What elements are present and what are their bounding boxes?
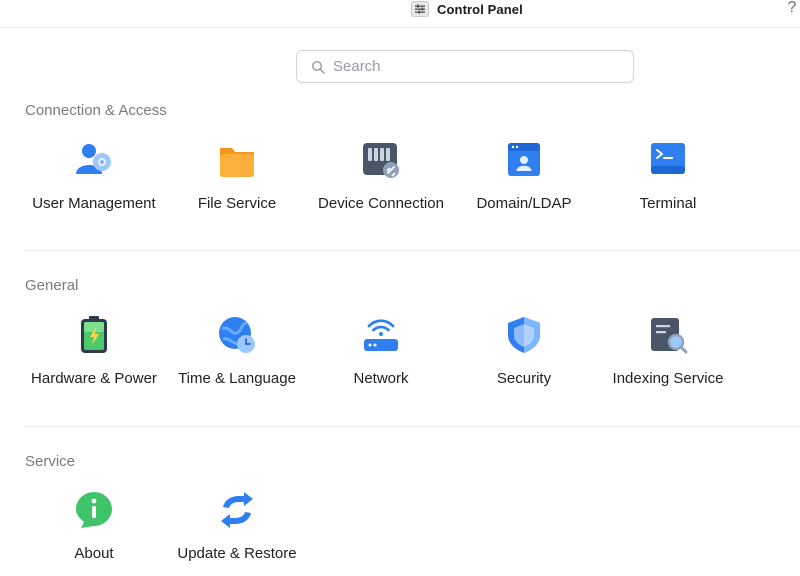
item-label: Domain/LDAP <box>476 195 572 212</box>
section-title-connection-access: Connection & Access <box>25 102 167 119</box>
update-arrows-icon <box>215 488 259 532</box>
device-connection-icon <box>359 138 403 182</box>
section-title-general: General <box>25 277 79 294</box>
item-label: Update & Restore <box>177 545 297 562</box>
search-box[interactable] <box>296 50 634 83</box>
item-label: File Service <box>197 195 277 212</box>
battery-icon <box>72 313 116 357</box>
item-label: Network <box>353 370 409 387</box>
item-update-restore[interactable]: Update & Restore <box>165 488 309 576</box>
item-hardware-power[interactable]: Hardware & Power <box>22 313 166 405</box>
router-icon <box>359 313 403 357</box>
terminal-icon <box>646 138 690 182</box>
item-about[interactable]: About <box>22 488 166 576</box>
item-label: Indexing Service <box>612 370 724 387</box>
item-label: About <box>74 545 114 562</box>
info-icon <box>72 488 116 532</box>
folder-icon <box>215 138 259 182</box>
window-title: Control Panel <box>437 1 523 17</box>
globe-clock-icon <box>215 313 259 357</box>
item-label: Hardware & Power <box>31 370 157 387</box>
item-label: User Management <box>32 195 156 212</box>
control-panel-window: Control Panel ? Connection & Access User… <box>0 0 800 576</box>
search-icon <box>311 60 325 74</box>
indexing-search-icon <box>646 313 690 357</box>
section-title-service: Service <box>25 453 76 470</box>
item-domain-ldap[interactable]: Domain/LDAP <box>452 138 596 230</box>
window-title-group: Control Panel <box>411 0 523 18</box>
item-label: Terminal <box>639 195 697 212</box>
item-label: Time & Language <box>178 370 296 387</box>
item-indexing-service[interactable]: Indexing Service <box>596 313 740 405</box>
shield-icon <box>502 313 546 357</box>
item-terminal[interactable]: Terminal <box>596 138 740 230</box>
item-device-connection[interactable]: Device Connection <box>309 138 453 230</box>
control-panel-app-icon <box>411 1 429 17</box>
domain-ldap-icon <box>502 138 546 182</box>
search-input[interactable] <box>333 58 613 75</box>
item-label: Security <box>496 370 552 387</box>
item-time-language[interactable]: Time & Language <box>165 313 309 405</box>
title-bar: Control Panel ? <box>0 0 800 28</box>
item-label: Device Connection <box>318 195 444 212</box>
item-network[interactable]: Network <box>309 313 453 405</box>
item-security[interactable]: Security <box>452 313 596 405</box>
section-divider <box>25 426 800 427</box>
section-divider <box>25 250 800 251</box>
user-management-icon <box>72 138 116 182</box>
item-file-service[interactable]: File Service <box>165 138 309 230</box>
help-button[interactable]: ? <box>785 0 799 17</box>
item-user-management[interactable]: User Management <box>22 138 166 230</box>
